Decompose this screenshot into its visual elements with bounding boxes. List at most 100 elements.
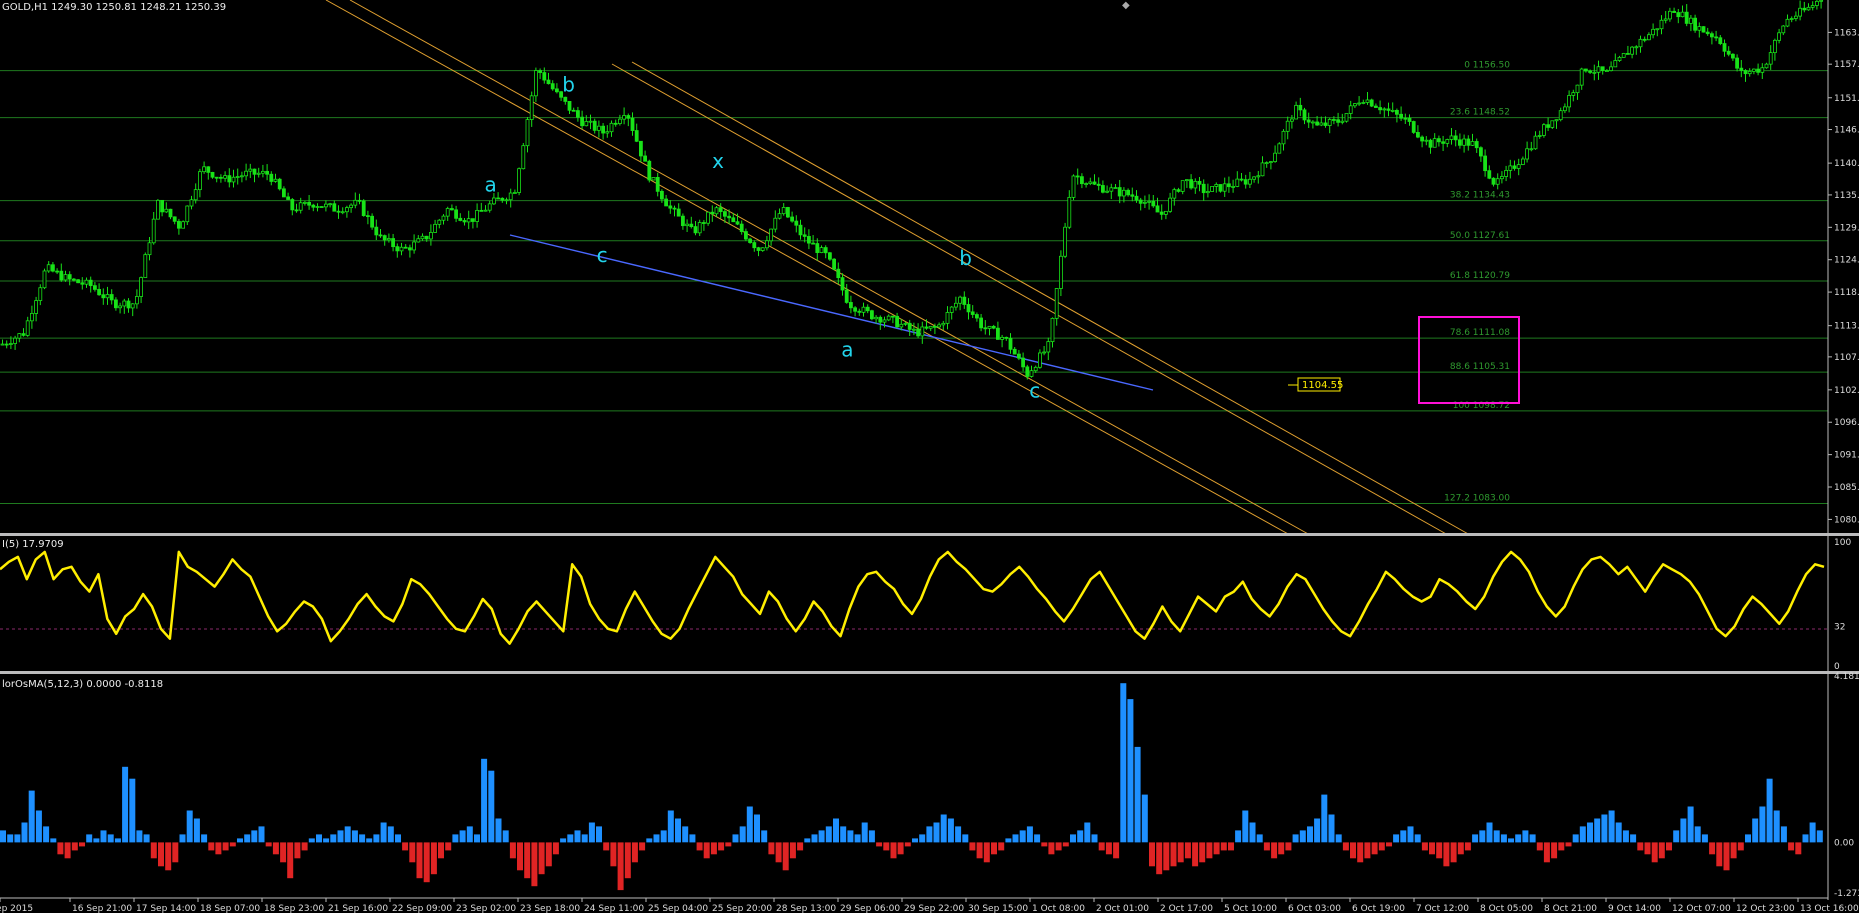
pane-separator[interactable] [0,671,1859,674]
time-tick-label: 23 Sep 02:00 [456,904,516,913]
osma-bar [416,842,423,879]
candle-body [836,268,841,279]
candle-body [777,213,782,219]
trading-chart[interactable]: 0 1156.50 23.6 1148.52 38.2 1134.43 50.0 11… [0,0,1859,913]
osma-bar [1766,778,1773,843]
osma-bar [653,834,660,843]
osma-bar [1163,842,1170,871]
wave-label: b [562,72,575,96]
candle-body [1768,52,1773,65]
candle-body [1600,66,1605,72]
candle-body [441,215,446,221]
time-tick-label: 8 Oct 21:00 [1544,904,1597,913]
candle-body [424,235,429,240]
candle-body [428,232,433,240]
candle-body [13,337,18,344]
candle-body [870,310,874,320]
candle-body [853,307,857,312]
shift-marker-icon[interactable]: ◆ [1122,0,1130,11]
candle-body [1378,107,1382,111]
candle-body [1269,161,1273,164]
osma-bar [1235,830,1242,843]
candle-body [508,192,513,201]
price-tick-label: 1157.6 [1834,60,1859,70]
candle-body [1063,226,1067,257]
osma-title: lorOsMA(5,12,3) 0.0000 -0.8118 [2,679,163,690]
osma-bar [1637,842,1644,851]
candle-body [739,223,744,232]
osma-bar [1048,842,1055,855]
time-tick-label: 17 Sep 14:00 [136,904,196,913]
osma-bar [1400,830,1407,843]
osma-bar [1314,818,1321,843]
candle-body [987,325,992,329]
osma-bar [165,842,172,871]
candle-body [1743,70,1748,75]
candle-body [748,238,752,243]
candle-body [744,231,748,240]
osma-bar [782,842,789,871]
candle-body [1101,185,1105,193]
osma-bar [1177,842,1184,863]
osma-bar [1350,842,1356,859]
candle-body [496,197,501,200]
time-tick-label: 5 Oct 10:00 [1224,904,1277,913]
candle-body [1815,0,1819,6]
osma-bar [1041,842,1048,847]
candle-body [1529,148,1534,151]
candle-body [1201,183,1206,194]
osma-bar [1335,834,1342,843]
osma-bar [1299,830,1306,843]
candle-body [1676,12,1681,18]
candle-body [1332,119,1336,121]
osma-bar [43,826,50,843]
osma-bar [1429,842,1435,855]
candle-body [970,311,975,315]
osma-bar [1472,834,1479,843]
fib-level-label: 127.2 1083.00 [1444,494,1510,504]
candle-body [1143,201,1147,204]
candle-body [265,170,270,175]
candle-body [130,303,135,309]
candle-body [1621,53,1626,58]
candle-body [828,252,832,260]
candle-body [391,238,396,248]
osma-bar [466,826,473,843]
osma-bar [287,842,294,879]
candle-body [1193,180,1198,189]
candle-body [1210,186,1214,192]
candle-body [681,215,685,227]
candle-body [1760,67,1765,73]
osma-bar [1134,746,1141,843]
candle-body [416,238,421,243]
osma-bar [1644,842,1651,855]
candle-body [592,120,597,131]
candle-body [323,203,328,208]
osma-bar [179,834,186,843]
candle-body [580,116,584,127]
candle-body [172,216,177,222]
osma-bar [833,818,839,843]
time-tick-label: 18 Sep 23:00 [264,904,324,913]
candle-body [1126,189,1130,196]
candle-body [114,299,118,309]
candle-body [1164,210,1168,215]
candle-body [1050,317,1055,343]
osma-bar [1816,830,1823,843]
candle-body [1176,189,1181,192]
price-tick-label: 1140.8 [1834,159,1859,169]
osma-bar [1651,842,1658,863]
candle-body [769,228,773,242]
candle-body [214,176,219,179]
candle-body [1579,68,1584,86]
candle-body [1172,189,1177,199]
osma-bar [35,810,42,843]
candle-body [1306,119,1311,123]
candle-body [475,209,480,222]
osma-bar [1529,834,1536,843]
osma-bar [1508,838,1514,843]
pane-separator[interactable] [0,533,1859,536]
candle-body [1227,183,1231,188]
osma-bar [610,842,617,867]
candle-body [588,120,593,123]
